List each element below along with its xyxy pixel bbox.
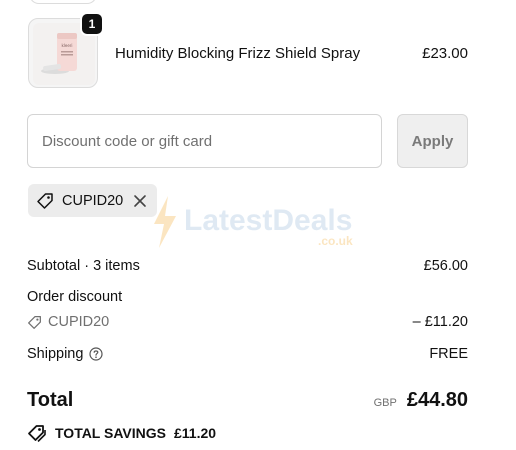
- currency-code: GBP: [373, 397, 397, 409]
- discount-value: – £11.20: [412, 314, 468, 330]
- shipping-label: Shipping: [27, 346, 84, 362]
- svg-text:kleeri: kleeri: [61, 43, 72, 48]
- shipping-row: Shipping FREE: [27, 346, 468, 362]
- shipping-value: FREE: [429, 346, 468, 362]
- watermark-text: LatestDeals: [184, 204, 353, 237]
- discount-field[interactable]: [27, 114, 382, 168]
- applied-code-pill: CUPID20: [28, 184, 157, 217]
- savings-tag-icon: [27, 424, 47, 442]
- subtotal-row: Subtotal · 3 items £56.00: [27, 258, 468, 274]
- watermark: LatestDeals .co.uk: [150, 196, 353, 248]
- total-savings: TOTAL SAVINGS £11.20: [27, 424, 216, 442]
- savings-label: TOTAL SAVINGS: [55, 425, 166, 441]
- remove-code-icon[interactable]: [133, 194, 147, 208]
- order-discount-row: Order discount: [27, 289, 468, 305]
- apply-button[interactable]: Apply: [397, 114, 468, 168]
- tag-icon: [27, 314, 43, 330]
- subtotal-value: £56.00: [423, 258, 468, 274]
- applied-code-text: CUPID20: [62, 192, 124, 209]
- previous-item-thumbnail: [29, 0, 97, 4]
- subtotal-label: Subtotal · 3 items: [27, 258, 140, 274]
- total-amount: £44.80: [406, 389, 468, 411]
- total-row: Total GBP £44.80: [27, 389, 468, 412]
- discount-code-row: CUPID20 – £11.20: [27, 314, 468, 330]
- discount-code-input[interactable]: [28, 115, 381, 167]
- product-name: Humidity Blocking Frizz Shield Spray: [115, 45, 361, 62]
- product-price: £23.00: [422, 45, 468, 62]
- quantity-badge: 1: [80, 12, 104, 36]
- savings-value: £11.20: [173, 425, 217, 441]
- watermark-subtext: .co.uk: [318, 234, 353, 248]
- help-icon[interactable]: [89, 347, 104, 361]
- tag-icon: [36, 191, 56, 211]
- discount-code-label: CUPID20: [48, 314, 110, 330]
- total-label: Total: [27, 389, 74, 411]
- order-discount-label: Order discount: [27, 289, 123, 305]
